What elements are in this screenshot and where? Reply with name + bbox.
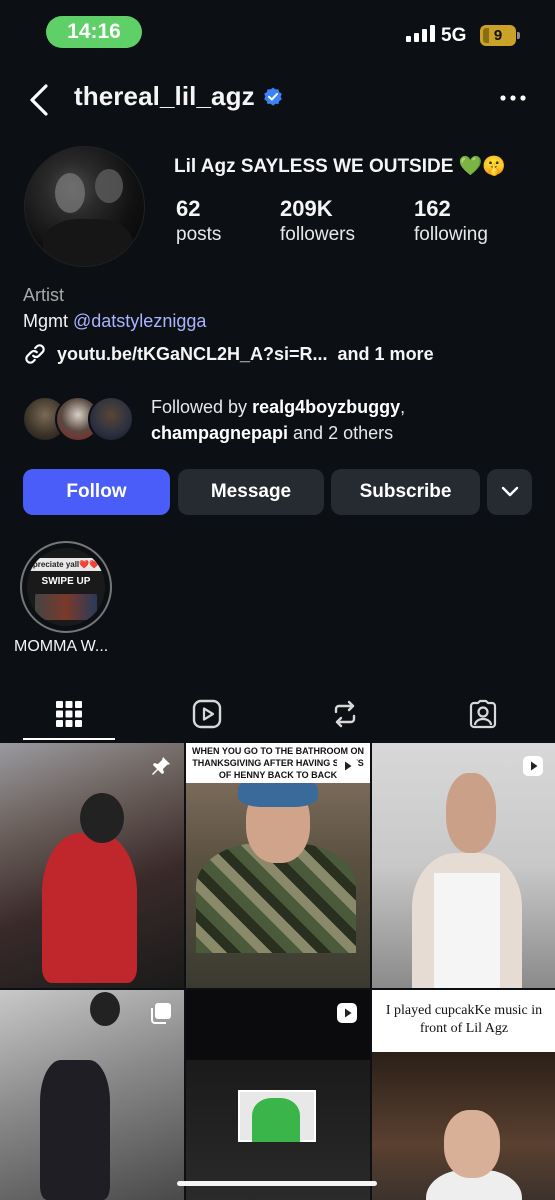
profile-tabs [0,688,555,740]
profile-category: Artist [23,285,65,305]
tagged-icon [469,699,497,729]
mutual-user-2: champagnepapi [151,423,289,443]
tab-tagged[interactable] [414,688,552,740]
home-indicator[interactable] [177,1181,377,1186]
link-url[interactable]: youtu.be/tKGaNCL2H_A?si=R... [57,344,328,365]
tab-reels[interactable] [138,688,276,740]
message-button[interactable]: Message [178,469,324,515]
bio-text: Mgmt [23,311,74,331]
post-thumbnail[interactable]: WHEN YOU GO TO THE BATHROOM ON THANKSGIV… [186,743,370,988]
post-thumbnail[interactable] [0,990,184,1200]
battery-level: 9 [493,27,503,44]
post-thumbnail[interactable] [186,990,370,1200]
profile-stats: 62 posts 209K followers 162 following [176,196,488,248]
reel-icon [523,756,543,776]
mutual-user-1: realg4boyzbuggy [252,397,401,417]
highlight-label: MOMMA W... [14,638,109,655]
highlight-cover-text: preciate yall❤️❤️ [27,558,105,571]
username-row: thereal_lil_agz [74,81,283,112]
followers-count: 209K [280,196,333,221]
tab-reposts[interactable] [276,688,414,740]
following-label: following [414,224,488,245]
followed-by[interactable]: Followed by realg4boyzbuggy, champagnepa… [22,394,542,444]
username: thereal_lil_agz [74,81,255,111]
subscribe-button[interactable]: Subscribe [331,469,480,515]
display-name: Lil Agz SAYLESS WE OUTSIDE 💚🤫 [174,156,506,177]
stat-posts[interactable]: 62 posts [176,196,280,248]
profile-avatar[interactable] [24,146,145,267]
reposts-icon [334,700,356,728]
more-options-icon[interactable] [499,86,527,110]
followers-label: followers [280,224,355,245]
post-caption-overlay: I played cupcakKe music in front of Lil … [372,990,555,1052]
followed-by-sep: , [400,397,406,417]
post-thumbnail[interactable] [0,743,184,988]
link-icon [25,344,45,364]
stat-following[interactable]: 162 following [414,196,488,248]
status-time[interactable]: 14:16 [46,16,142,48]
posts-grid: WHEN YOU GO TO THE BATHROOM ON THANKSGIV… [0,743,555,1200]
followed-by-prefix: Followed by [151,397,253,417]
profile-link[interactable]: youtu.be/tKGaNCL2H_A?si=R... and 1 more [23,342,434,366]
post-thumbnail[interactable]: I played cupcakKe music in front of Lil … [372,990,555,1200]
verified-badge-icon [263,87,282,106]
back-arrow-icon[interactable] [26,82,56,118]
stat-followers[interactable]: 209K followers [280,196,414,248]
profile-header: thereal_lil_agz [0,78,555,122]
highlight-swipe-text: SWIPE UP [41,576,91,587]
profile-bio: Mgmt @datstyleznigga [23,311,206,332]
post-thumbnail[interactable] [372,743,555,988]
following-count: 162 [414,196,451,221]
posts-count: 62 [176,196,201,221]
bio-mention-link[interactable]: @datstyleznigga [73,311,206,331]
signal-icon [406,22,435,42]
network-type: 5G [441,25,467,46]
followed-by-text: Followed by realg4boyzbuggy, champagnepa… [151,394,405,446]
mutual-avatar [88,396,134,442]
carousel-icon [151,1003,171,1024]
reel-icon [337,1003,357,1023]
reel-icon [337,756,357,776]
followed-by-suffix: and 2 others [288,423,394,443]
chevron-down-icon [501,486,518,497]
highlight-cover: preciate yall❤️❤️ SWIPE UP [27,548,105,626]
mutual-avatars [22,396,137,442]
battery-icon: 9 [480,25,520,46]
story-highlight[interactable]: preciate yall❤️❤️ SWIPE UP [20,541,112,633]
suggested-dropdown-button[interactable] [487,469,532,515]
link-more[interactable]: and 1 more [338,344,434,365]
reels-icon [192,699,222,729]
grid-icon [56,701,82,727]
posts-label: posts [176,224,222,245]
pinned-icon [152,757,170,775]
status-bar: 14:16 5G 9 [0,0,555,62]
tab-posts-grid[interactable] [0,688,138,740]
follow-button[interactable]: Follow [23,469,170,515]
